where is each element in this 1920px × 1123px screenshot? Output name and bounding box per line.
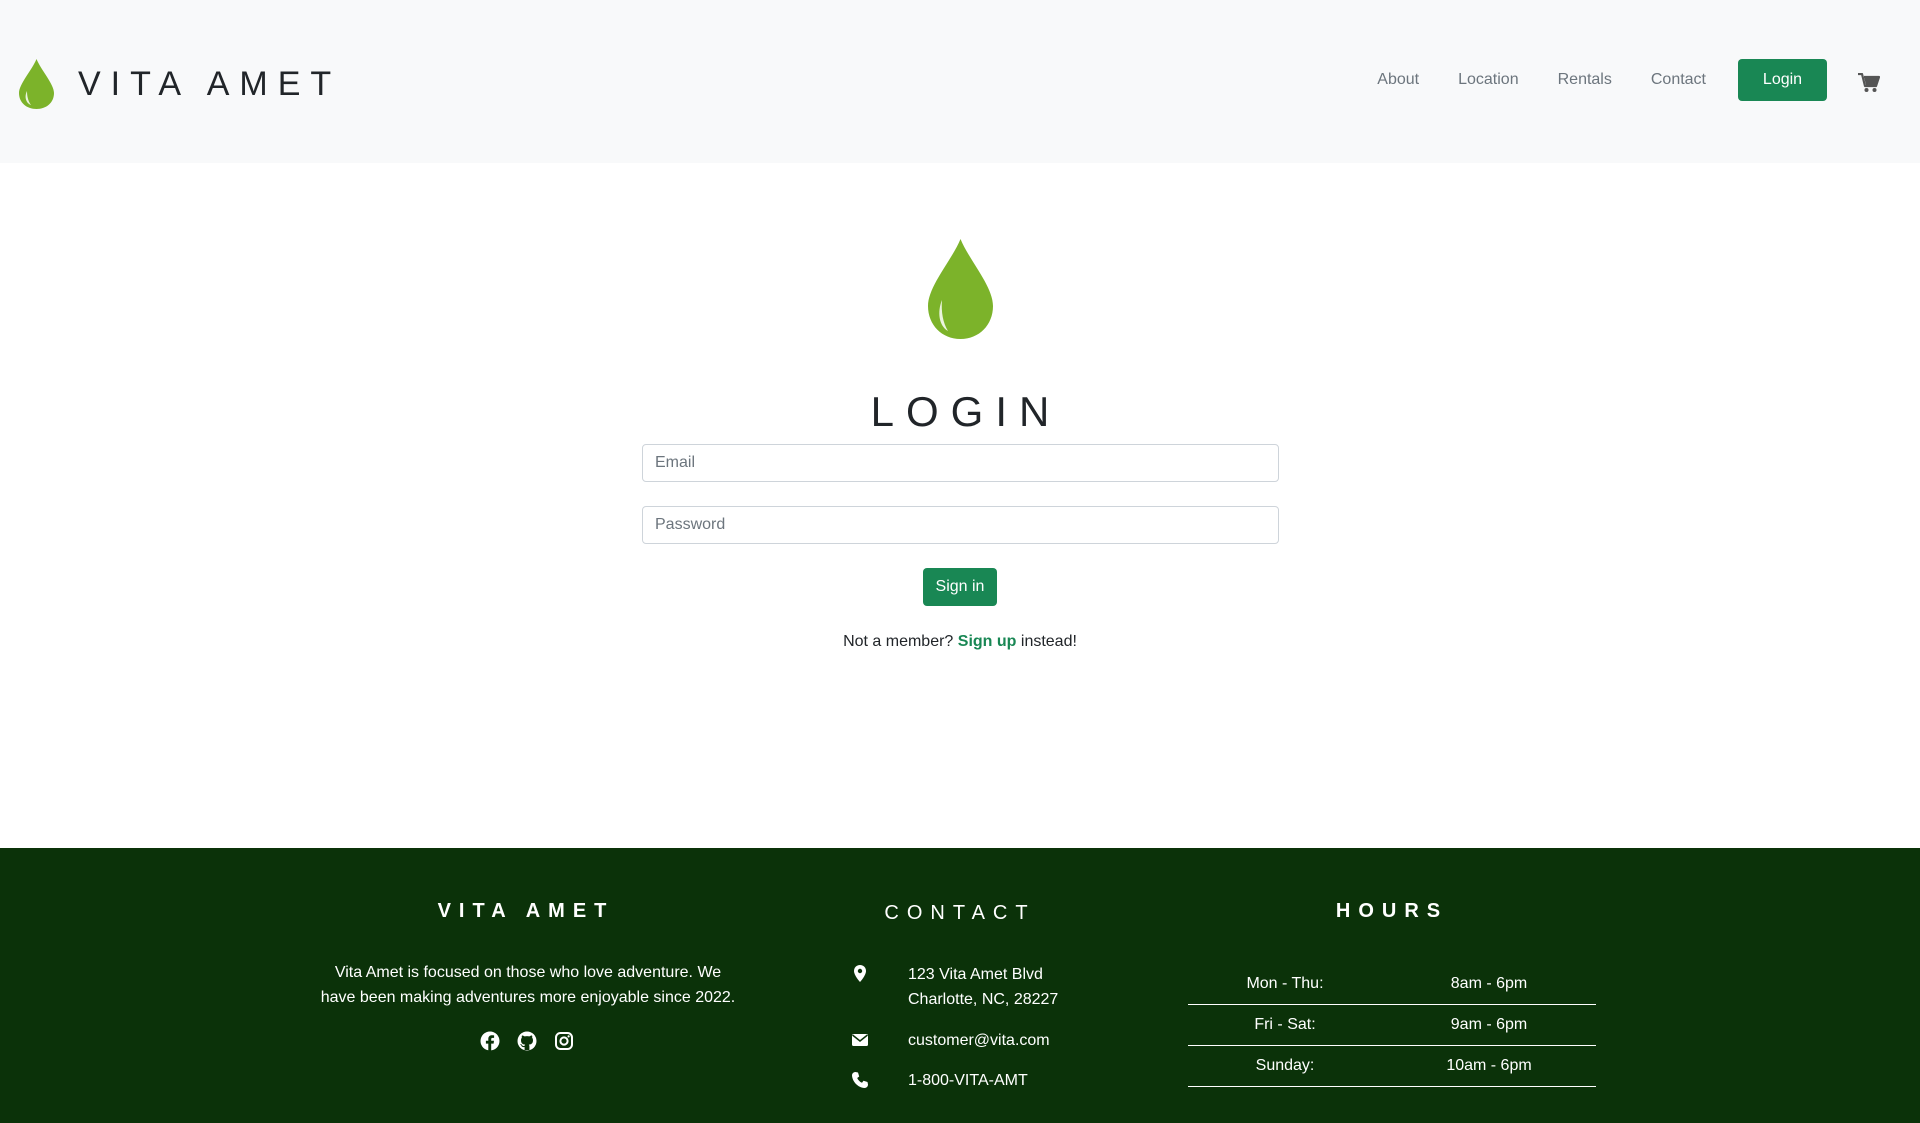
nav-location[interactable]: Location (1458, 71, 1519, 89)
page-title: LOGIN (870, 388, 1062, 435)
cart-icon[interactable] (1858, 72, 1881, 93)
footer-contact-title: CONTACT (884, 902, 1036, 924)
brand-link[interactable]: VITA AMET (18, 58, 341, 110)
hours-time: 8am - 6pm (1450, 975, 1528, 992)
contact-address: 123 Vita Amet Blvd Charlotte, NC, 28227 (850, 962, 1058, 1012)
hours-day: Mon - Thu: (1246, 975, 1324, 992)
password-field[interactable] (642, 506, 1279, 544)
instagram-icon[interactable] (554, 1031, 574, 1051)
nav-about[interactable]: About (1377, 71, 1419, 89)
map-marker-icon (850, 964, 870, 984)
hours-time: 10am - 6pm (1446, 1057, 1532, 1074)
signup-prompt: Not a member? Sign up instead! (0, 633, 1920, 651)
hours-day: Sunday: (1255, 1057, 1315, 1074)
email-field[interactable] (642, 444, 1279, 482)
nav-contact[interactable]: Contact (1651, 71, 1706, 89)
hours-time: 9am - 6pm (1450, 1016, 1528, 1033)
phone-text[interactable]: 1-800-VITA-AMT (908, 1068, 1028, 1093)
hours-row: Sunday: 10am - 6pm (1188, 1046, 1596, 1087)
droplet-logo-icon (19, 59, 54, 109)
hours-row: Fri - Sat: 9am - 6pm (1188, 1005, 1596, 1046)
footer-brand-title: VITA AMET (437, 900, 615, 922)
facebook-icon[interactable] (480, 1031, 500, 1051)
email-text[interactable]: customer@vita.com (908, 1028, 1050, 1053)
footer-hours-title: HOURS (1335, 900, 1449, 922)
address-line-2: Charlotte, NC, 28227 (908, 991, 1059, 1008)
signup-suffix: instead! (1016, 633, 1077, 650)
hours-table: Mon - Thu: 8am - 6pm Fri - Sat: 9am - 6p… (1188, 964, 1596, 1087)
address-line-1: 123 Vita Amet Blvd (908, 966, 1043, 983)
social-links (480, 1031, 574, 1051)
login-button[interactable]: Login (1738, 59, 1827, 101)
main-nav: About Location Rentals Contact Login (1377, 58, 1881, 102)
site-footer: VITA AMET Vita Amet is focused on those … (0, 848, 1920, 1123)
sign-in-button[interactable]: Sign in (923, 568, 997, 606)
signup-prefix: Not a member? (843, 633, 958, 650)
phone-icon (850, 1070, 870, 1090)
hours-row: Mon - Thu: 8am - 6pm (1188, 964, 1596, 1005)
sign-up-link[interactable]: Sign up (958, 633, 1017, 650)
hours-day: Fri - Sat: (1254, 1016, 1316, 1033)
contact-phone: 1-800-VITA-AMT (850, 1068, 1028, 1093)
brand-name: VITA AMET (78, 64, 342, 103)
footer-about-text: Vita Amet is focused on those who love a… (320, 964, 736, 1006)
envelope-icon (850, 1030, 870, 1050)
droplet-icon (928, 239, 993, 339)
contact-email: customer@vita.com (850, 1028, 1050, 1053)
nav-rentals[interactable]: Rentals (1558, 71, 1612, 89)
github-icon[interactable] (517, 1031, 537, 1051)
site-header: VITA AMET About Location Rentals Contact… (0, 0, 1920, 163)
